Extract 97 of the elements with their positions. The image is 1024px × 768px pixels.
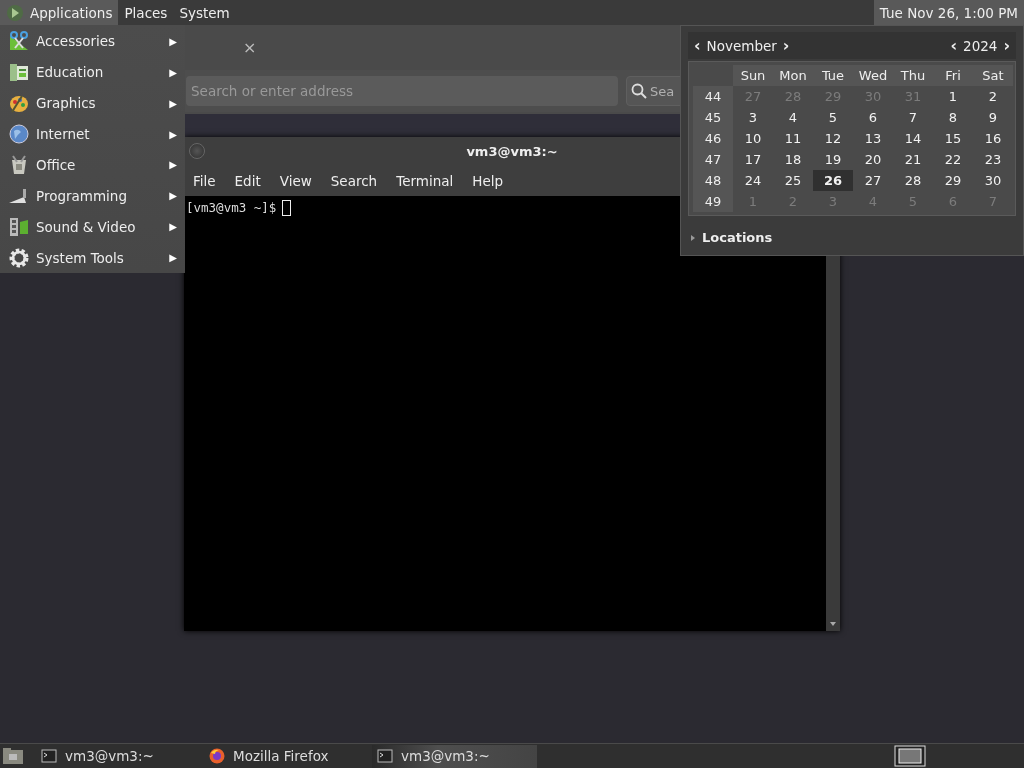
calendar-day[interactable]: 10 xyxy=(733,128,773,149)
calendar-day[interactable]: 27 xyxy=(853,170,893,191)
browser-icon xyxy=(209,748,225,764)
menu-item[interactable]: File xyxy=(187,172,223,189)
calendar-day[interactable]: 3 xyxy=(733,107,773,128)
weekday-header: Fri xyxy=(933,65,973,86)
weekday-header: Tue xyxy=(813,65,853,86)
week-number: 49 xyxy=(693,191,733,212)
calendar-day[interactable]: 5 xyxy=(813,107,853,128)
scissors-icon xyxy=(8,30,30,53)
menu-item[interactable]: Edit xyxy=(228,172,268,189)
calendar-day[interactable]: 17 xyxy=(733,149,773,170)
close-tab-button[interactable]: × xyxy=(243,38,257,57)
calendar-day[interactable]: 20 xyxy=(853,149,893,170)
month-label: November xyxy=(706,37,777,54)
film-icon xyxy=(8,215,30,238)
calendar-day[interactable]: 25 xyxy=(773,170,813,191)
gear-icon xyxy=(8,246,30,269)
previous-month-button[interactable]: ‹ xyxy=(694,36,701,55)
locations-label[interactable]: Locations xyxy=(702,230,773,245)
calendar-day[interactable]: 19 xyxy=(813,149,853,170)
calendar-day[interactable]: 22 xyxy=(933,149,973,170)
week-number: 44 xyxy=(693,86,733,107)
submenu-arrow-icon: ▶ xyxy=(169,97,177,109)
calendar-day[interactable]: 16 xyxy=(973,128,1013,149)
menu-item[interactable]: View xyxy=(273,172,319,189)
weekday-header: Mon xyxy=(773,65,813,86)
search-icon xyxy=(631,83,647,99)
calendar-day[interactable]: 21 xyxy=(893,149,933,170)
calendar-day[interactable]: 30 xyxy=(973,170,1013,191)
submenu-arrow-icon: ▶ xyxy=(169,35,177,47)
submenu-arrow-icon: ▶ xyxy=(169,221,177,233)
menu-item[interactable]: Terminal xyxy=(390,172,461,189)
menu-item[interactable]: Search xyxy=(324,172,385,189)
menu-item[interactable]: Internet ▶ xyxy=(0,118,185,150)
calendar-day[interactable]: 1 xyxy=(933,86,973,107)
clock[interactable]: Tue Nov 26, 1:00 PM xyxy=(873,0,1024,25)
shell-prompt: [vm3@vm3 ~]$ xyxy=(186,200,277,215)
menu-item[interactable]: Office ▶ xyxy=(0,149,185,181)
weekday-header: Wed xyxy=(853,65,893,86)
address-field[interactable]: Search or enter address xyxy=(186,76,618,106)
taskbar-button[interactable]: vm3@vm3:~ xyxy=(372,744,537,768)
menu-item[interactable]: Sound & Video ▶ xyxy=(0,211,185,243)
calendar-day[interactable]: 12 xyxy=(813,128,853,149)
book-icon xyxy=(8,61,30,84)
workspace-switcher[interactable] xyxy=(894,745,926,767)
menu-item[interactable]: Programming ▶ xyxy=(0,180,185,212)
week-number: 45 xyxy=(693,107,733,128)
menu-item[interactable]: Graphics ▶ xyxy=(0,87,185,119)
terminal-icon xyxy=(41,748,57,764)
submenu-arrow-icon: ▶ xyxy=(169,252,177,264)
taskbar-button[interactable]: Mozilla Firefox xyxy=(204,744,369,768)
submenu-arrow-icon: ▶ xyxy=(169,159,177,171)
logo-icon xyxy=(6,3,24,22)
taskbar-button[interactable]: vm3@vm3:~ xyxy=(36,744,201,768)
window-title: vm3@vm3:~ xyxy=(466,143,558,159)
submenu-arrow-icon: ▶ xyxy=(169,128,177,140)
weekday-header: Sat xyxy=(973,65,1013,86)
week-number: 48 xyxy=(693,170,733,191)
calendar-day[interactable]: 4 xyxy=(773,107,813,128)
menu-item[interactable]: System Tools ▶ xyxy=(0,242,185,273)
terminal-icon xyxy=(377,748,393,764)
next-year-button[interactable]: › xyxy=(1003,36,1010,55)
year-label: 2024 xyxy=(963,37,998,54)
calendar-day[interactable]: 14 xyxy=(893,128,933,149)
menu-item[interactable]: Education ▶ xyxy=(0,56,185,88)
calendar-day[interactable]: 8 xyxy=(933,107,973,128)
submenu-arrow-icon: ▶ xyxy=(169,66,177,78)
calendar-day[interactable]: 15 xyxy=(933,128,973,149)
calendar-day[interactable]: 6 xyxy=(853,107,893,128)
calendar-day[interactable]: 7 xyxy=(893,107,933,128)
text-cursor xyxy=(282,200,292,216)
panel-menu[interactable]: Places xyxy=(118,0,174,25)
previous-year-button[interactable]: ‹ xyxy=(950,36,958,55)
calendar-day[interactable]: 13 xyxy=(853,128,893,149)
show-desktop-icon[interactable] xyxy=(2,747,24,765)
calendar-day[interactable]: 2 xyxy=(973,86,1013,107)
calendar-day[interactable]: 18 xyxy=(773,149,813,170)
week-number: 47 xyxy=(693,149,733,170)
calendar-day[interactable]: 26 xyxy=(813,170,853,191)
menu-item[interactable]: Help xyxy=(466,172,511,189)
calendar-day[interactable]: 24 xyxy=(733,170,773,191)
week-number: 46 xyxy=(693,128,733,149)
calendar-day[interactable]: 28 xyxy=(893,170,933,191)
panel-menu[interactable]: Applications xyxy=(0,0,119,25)
menu-item[interactable]: Accessories ▶ xyxy=(0,26,185,57)
globe-icon xyxy=(8,123,30,146)
next-month-button[interactable]: › xyxy=(782,36,790,55)
calendar-day[interactable]: 9 xyxy=(973,107,1013,128)
weekday-header: Sun xyxy=(733,65,773,86)
calendar-day[interactable]: 29 xyxy=(933,170,973,191)
submenu-arrow-icon: ▶ xyxy=(169,190,177,202)
weekday-header: Thu xyxy=(893,65,933,86)
panel-menu[interactable]: System xyxy=(173,0,236,25)
calendar-day[interactable]: 11 xyxy=(773,128,813,149)
expander-icon[interactable] xyxy=(690,234,696,241)
calendar-day[interactable]: 23 xyxy=(973,149,1013,170)
